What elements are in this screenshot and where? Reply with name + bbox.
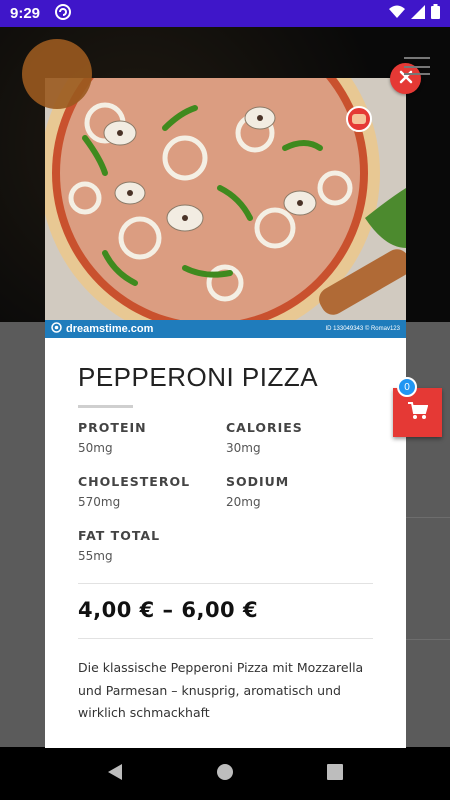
dreamstime-icon bbox=[51, 322, 62, 336]
back-icon bbox=[107, 763, 123, 785]
nutrition-value: 30mg bbox=[226, 441, 261, 455]
nutrition-label: FAT TOTAL bbox=[78, 528, 161, 543]
sync-icon bbox=[54, 3, 72, 25]
nutrition-label: CHOLESTEROL bbox=[78, 474, 191, 489]
nutrition-value: 20mg bbox=[226, 495, 261, 509]
back-button[interactable] bbox=[95, 754, 135, 794]
nutrition-item-cholesterol: CHOLESTEROL 570mg bbox=[78, 474, 226, 509]
nutrition-value: 55mg bbox=[78, 549, 113, 563]
battery-icon bbox=[431, 4, 440, 23]
divider bbox=[405, 639, 450, 640]
product-title: PEPPERONI PIZZA bbox=[78, 362, 319, 392]
product-price: 4,00 € – 6,00 € bbox=[78, 598, 259, 622]
cart-icon bbox=[407, 401, 428, 424]
nutrition-label: SODIUM bbox=[226, 474, 290, 489]
watermark-brand: dreamstime.com bbox=[66, 323, 154, 335]
navigation-bar bbox=[0, 748, 450, 800]
cart-button[interactable] bbox=[393, 388, 442, 437]
menu-icon bbox=[404, 57, 430, 75]
divider bbox=[405, 517, 450, 518]
watermark-id: ID 133049343 © Romav123 bbox=[325, 326, 400, 332]
product-modal: dreamstime.com ID 133049343 © Romav123 P… bbox=[45, 78, 406, 748]
recents-icon bbox=[327, 764, 343, 784]
nutrition-label: PROTEIN bbox=[78, 420, 147, 435]
signal-icon bbox=[411, 4, 425, 23]
nutrition-value: 570mg bbox=[78, 495, 121, 509]
product-image: dreamstime.com ID 133049343 © Romav123 bbox=[45, 78, 406, 338]
nutrition-item-sodium: SODIUM 20mg bbox=[226, 474, 374, 509]
recents-button[interactable] bbox=[315, 754, 355, 794]
nutrition-item-protein: PROTEIN 50mg bbox=[78, 420, 226, 455]
status-bar: 9:29 bbox=[0, 0, 450, 27]
status-time: 9:29 bbox=[10, 5, 41, 22]
nutrition-item-fat-total: FAT TOTAL 55mg bbox=[78, 528, 226, 563]
nutrition-value: 50mg bbox=[78, 441, 113, 455]
wifi-icon bbox=[389, 4, 405, 23]
watermark-bar: dreamstime.com ID 133049343 © Romav123 bbox=[45, 320, 406, 338]
title-underline bbox=[78, 405, 133, 408]
nutrition-item-calories: CALORIES 30mg bbox=[226, 420, 374, 455]
product-description: Die klassische Pepperoni Pizza mit Mozza… bbox=[78, 660, 364, 720]
home-button[interactable] bbox=[205, 754, 245, 794]
nutrition-grid: PROTEIN 50mg CALORIES 30mg CHOLESTEROL 5… bbox=[78, 420, 373, 563]
cart-count-badge: 0 bbox=[397, 377, 417, 397]
watermark-logo: dreamstime.com bbox=[51, 322, 153, 336]
nutrition-label: CALORIES bbox=[226, 420, 303, 435]
product-details: PEPPERONI PIZZA PROTEIN 50mg CALORIES 30… bbox=[45, 338, 406, 725]
home-icon bbox=[216, 763, 234, 785]
restaurant-logo bbox=[22, 39, 92, 109]
watermark-stamp bbox=[346, 106, 372, 132]
